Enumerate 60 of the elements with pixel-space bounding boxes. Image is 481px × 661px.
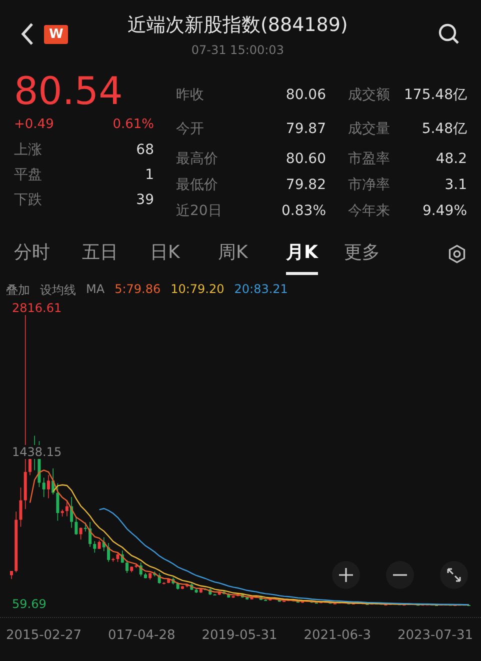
period-tab[interactable]: 更多 (344, 234, 412, 274)
stat-label: 上涨 (14, 140, 42, 158)
index-title: 近端次新股指数(884189) (127, 12, 348, 38)
axis-label: 59.69 (12, 597, 46, 611)
axis-label: 2015-02-27 (6, 628, 82, 643)
stat-value: 1 (145, 166, 154, 182)
stat-label: 市净率 (348, 176, 390, 194)
back-icon[interactable] (20, 22, 34, 46)
axis-label: 2019-05-31 (202, 628, 278, 643)
zoom-in-button[interactable] (332, 561, 360, 589)
stat-label: 成交额 (348, 86, 390, 104)
ma-value: 20:83.21 (234, 282, 288, 298)
search-icon[interactable] (437, 22, 461, 46)
quote-time: 07-31 15:00:03 (191, 42, 284, 56)
stat-label: 成交量 (348, 120, 390, 138)
stat-value: 80.06 (286, 87, 326, 103)
axis-label: 2021-06-3 (304, 628, 371, 643)
ma-value: 5:79.86 (114, 282, 161, 298)
stat-label: 下跌 (14, 190, 42, 208)
period-tab[interactable]: 日K (150, 234, 218, 274)
axis-label: 017-04-28 (108, 628, 176, 643)
axis-label: 2816.61 (12, 301, 62, 315)
stat-label: 近20日 (176, 202, 222, 220)
stat-value: 9.49% (422, 203, 467, 219)
fullscreen-button[interactable] (440, 561, 468, 589)
axis-label: 1438.15 (12, 445, 62, 459)
price: 80.54 (14, 70, 124, 112)
stat-value: 48.2 (436, 151, 467, 167)
stat-value: 3.1 (444, 177, 467, 193)
stat-label: 今开 (176, 120, 204, 138)
stat-label: 平盘 (14, 166, 42, 184)
stat-value: 80.60 (286, 151, 326, 167)
stat-value: 39 (136, 192, 154, 208)
zoom-out-button[interactable] (386, 561, 414, 589)
expand-icon (447, 568, 461, 582)
stat-label: 今年来 (348, 202, 390, 220)
stat-value: 68 (136, 142, 154, 158)
stat-value: 0.83% (282, 203, 326, 219)
app-logo: W (44, 24, 68, 44)
ma-value: 10:79.20 (170, 282, 224, 298)
stat-label: 昨收 (176, 86, 204, 104)
period-tab[interactable]: 分时 (14, 234, 82, 274)
stat-value: 5.48亿 (422, 120, 467, 138)
stat-label: 最低价 (176, 176, 218, 194)
plus-icon (339, 568, 353, 582)
stat-value: 79.87 (286, 121, 326, 137)
period-tab[interactable]: 月K (286, 234, 318, 274)
period-tab[interactable]: 周K (218, 234, 286, 274)
stat-label: 市盈率 (348, 150, 390, 168)
set-ma-button[interactable]: 设均线 (40, 282, 76, 299)
price-change: +0.49 (14, 117, 54, 132)
change-percent: 0.61% (112, 117, 154, 132)
stat-value: 79.82 (286, 177, 326, 193)
settings-icon[interactable] (447, 244, 467, 264)
period-tab[interactable]: 五日 (82, 234, 150, 274)
stat-label: 最高价 (176, 150, 218, 168)
overlay-button[interactable]: 叠加 (6, 282, 30, 299)
ma-label: MA (86, 282, 105, 298)
stat-value: 175.48亿 (404, 86, 467, 104)
axis-label: 2023-07-31 (397, 628, 473, 643)
